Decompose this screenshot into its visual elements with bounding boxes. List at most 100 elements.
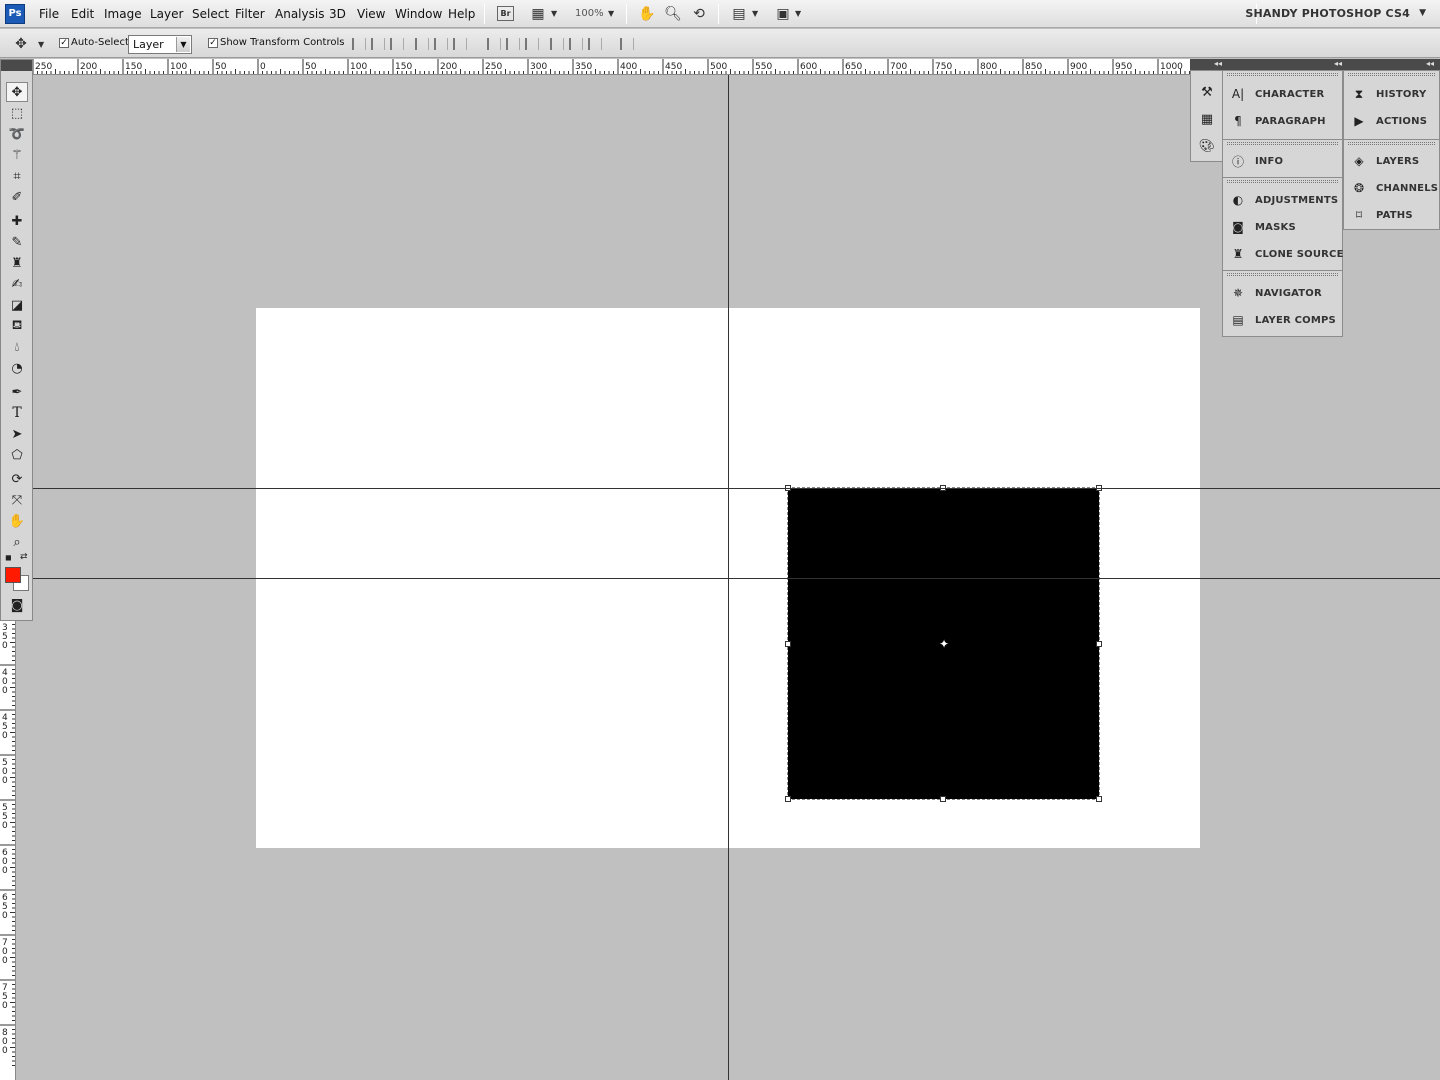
clone-stamp-tool-icon[interactable]: ♜ [6, 253, 28, 273]
menu-edit[interactable]: Edit [71, 7, 94, 21]
guide-horizontal[interactable] [33, 578, 1440, 579]
ruler-horizontal[interactable]: 250 200 150 100 50 0 50 100 150 200 250 300 350 400 45… [33, 59, 1190, 75]
chevron-down-icon[interactable]: ▼ [38, 40, 44, 49]
panel-masks[interactable]: ◙ MASKS [1229, 216, 1296, 238]
collapse-icon[interactable]: ◂◂ [1426, 59, 1434, 68]
align-right-icon[interactable] [453, 38, 467, 50]
path-selection-tool-icon[interactable]: ➤ [6, 424, 28, 444]
align-hcenter-icon[interactable] [434, 38, 448, 50]
workspace-switcher[interactable]: SHANDY PHOTOSHOP CS4 [1245, 7, 1410, 20]
quick-mask-icon[interactable]: ◙ [6, 595, 28, 615]
panel-grip[interactable] [1227, 73, 1338, 76]
menu-window[interactable]: Window [395, 7, 442, 21]
menu-view[interactable]: View [357, 7, 385, 21]
menu-filter[interactable]: Filter [235, 7, 265, 21]
transform-center-point[interactable]: ✦ [938, 638, 950, 650]
paint-bucket-tool-icon[interactable]: ⛾ [6, 316, 28, 336]
hand-icon[interactable]: ✋ [638, 5, 656, 22]
distribute-top-icon[interactable] [487, 38, 501, 50]
swap-colors-icon[interactable]: ⇄ [20, 552, 28, 562]
tool-presets-icon[interactable]: ⚒ [1199, 84, 1215, 100]
move-tool-icon[interactable]: ✥ [6, 82, 28, 102]
panel-channels[interactable]: ❂ CHANNELS [1350, 177, 1438, 199]
panel-grip[interactable] [1227, 273, 1338, 276]
transform-handle[interactable] [1096, 641, 1102, 647]
eyedropper-tool-icon[interactable]: ✐ [6, 187, 28, 207]
panel-layers[interactable]: ◈ LAYERS [1350, 150, 1419, 172]
3d-orbit-tool-icon[interactable]: ⤧ [6, 490, 28, 510]
collapse-icon[interactable]: ◂◂ [1334, 59, 1342, 68]
guide-horizontal[interactable] [33, 488, 1440, 489]
panel-grip[interactable] [1348, 142, 1435, 145]
transform-handle[interactable] [1096, 796, 1102, 802]
transform-handle[interactable] [785, 796, 791, 802]
align-bottom-icon[interactable] [390, 38, 404, 50]
chevron-down-icon[interactable]: ▼ [752, 9, 758, 18]
panel-clone-source[interactable]: ♜ CLONE SOURCE [1229, 243, 1344, 265]
shape-tool-icon[interactable]: ⬠ [6, 445, 28, 465]
dodge-tool-icon[interactable]: ◔ [6, 358, 28, 378]
menu-file[interactable]: File [39, 7, 59, 21]
crop-tool-icon[interactable]: ⌗ [6, 166, 28, 186]
show-transform-checkbox[interactable]: ✓ [208, 38, 218, 48]
menu-help[interactable]: Help [448, 7, 475, 21]
chevron-down-icon[interactable]: ▼ [795, 9, 801, 18]
hand-tool-icon[interactable]: ✋ [6, 511, 28, 531]
panel-info[interactable]: ⓘ INFO [1229, 150, 1283, 172]
panel-grip[interactable] [1348, 73, 1435, 76]
default-colors-icon[interactable]: ◼ [5, 553, 12, 562]
zoom-icon[interactable]: 🔍︎ [664, 5, 682, 22]
lasso-tool-icon[interactable]: ➰ [6, 124, 28, 144]
transform-handle[interactable] [940, 796, 946, 802]
blur-tool-icon[interactable]: 💧︎ [6, 337, 28, 357]
guide-vertical[interactable] [728, 75, 729, 1080]
menu-image[interactable]: Image [104, 7, 142, 21]
align-top-icon[interactable] [352, 38, 366, 50]
panel-layer-comps[interactable]: ▤ LAYER COMPS [1229, 309, 1336, 331]
auto-select-dropdown[interactable]: Layer ▼ [128, 35, 192, 54]
view-extras-icon[interactable]: ▦ [529, 5, 547, 22]
transform-handle[interactable] [785, 641, 791, 647]
panel-grip[interactable] [1227, 180, 1338, 183]
spot-healing-tool-icon[interactable]: ✚ [6, 211, 28, 231]
panel-navigator[interactable]: ✵ NAVIGATOR [1229, 282, 1322, 304]
panel-grip[interactable] [1227, 142, 1338, 145]
panel-adjustments[interactable]: ◐ ADJUSTMENTS [1229, 189, 1338, 211]
3d-rotate-tool-icon[interactable]: ⟳ [6, 469, 28, 489]
styles-icon[interactable]: 🎨︎ [1199, 138, 1216, 154]
arrange-documents-icon[interactable]: ▤ [730, 5, 748, 22]
zoom-tool-icon[interactable]: ⌕ [6, 532, 28, 552]
auto-align-layers-icon[interactable] [620, 38, 634, 50]
distribute-vcenter-icon[interactable] [506, 38, 520, 50]
history-brush-tool-icon[interactable]: ✍ [6, 274, 28, 294]
align-vcenter-icon[interactable] [371, 38, 385, 50]
foreground-color-swatch[interactable] [5, 567, 21, 583]
distribute-right-icon[interactable] [588, 38, 602, 50]
chevron-down-icon[interactable]: ▼ [1419, 8, 1426, 18]
eraser-tool-icon[interactable]: ◪ [6, 295, 28, 315]
menu-analysis[interactable]: Analysis [275, 7, 324, 21]
swatches-icon[interactable]: ▦ [1199, 111, 1215, 127]
panel-paragraph[interactable]: ¶ PARAGRAPH [1229, 110, 1326, 132]
menu-3d[interactable]: 3D [329, 7, 346, 21]
chevron-down-icon[interactable]: ▼ [551, 9, 557, 18]
bridge-button[interactable]: Br [497, 6, 514, 21]
brush-tool-icon[interactable]: ✎ [6, 232, 28, 252]
panel-history[interactable]: ⧗ HISTORY [1350, 83, 1426, 105]
magic-wand-tool-icon[interactable]: ⚚ [6, 145, 28, 165]
auto-select-checkbox[interactable]: ✓ [59, 38, 69, 48]
align-left-icon[interactable] [415, 38, 429, 50]
move-tool-preset-icon[interactable]: ✥ [12, 35, 30, 52]
toolbox-header[interactable] [1, 60, 32, 71]
menu-select[interactable]: Select [192, 7, 229, 21]
panel-paths[interactable]: ⌑ PATHS [1350, 204, 1413, 226]
marquee-tool-icon[interactable]: ⬚ [6, 103, 28, 123]
screen-mode-icon[interactable]: ▣ [774, 5, 792, 22]
panel-character[interactable]: A| CHARACTER [1229, 83, 1324, 105]
type-tool-icon[interactable]: T [6, 403, 28, 423]
pen-tool-icon[interactable]: ✒ [6, 382, 28, 402]
distribute-left-icon[interactable] [550, 38, 564, 50]
distribute-hcenter-icon[interactable] [569, 38, 583, 50]
collapse-icon[interactable]: ◂◂ [1214, 59, 1222, 68]
menu-layer[interactable]: Layer [150, 7, 183, 21]
